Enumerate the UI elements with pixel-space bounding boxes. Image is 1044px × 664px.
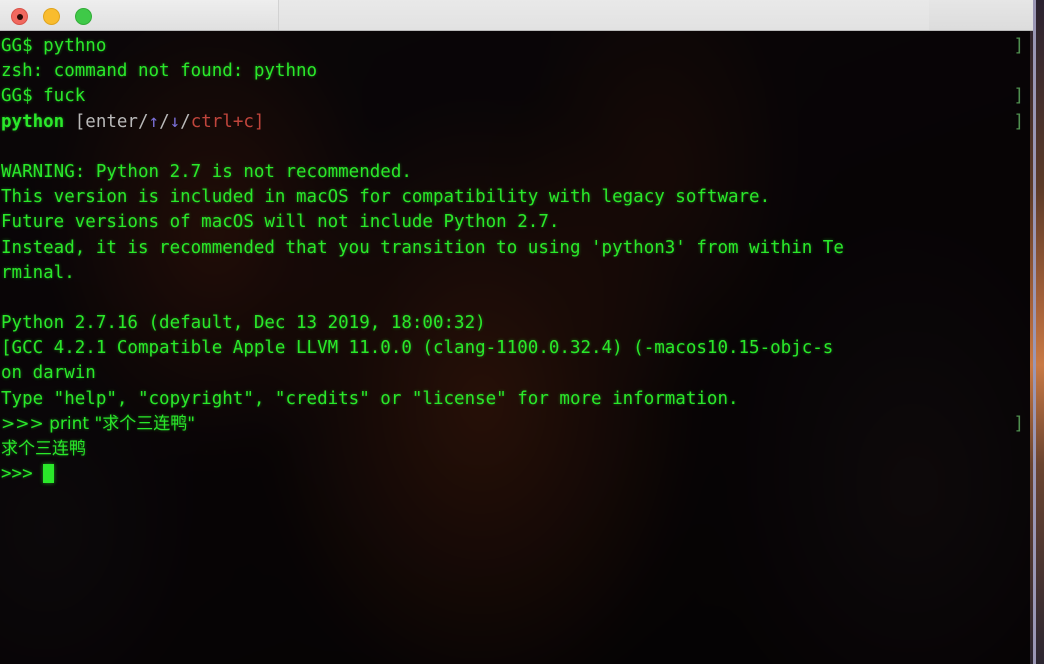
terminal-line: zsh: command not found: pythno	[0, 59, 1030, 84]
terminal-prompt: >>>	[1, 464, 44, 485]
terminal-line-text: python [enter/↑/↓/ctrl+c]	[1, 112, 264, 132]
terminal-line: Future versions of macOS will not includ…	[0, 210, 1030, 235]
terminal-line-text: GG$ pythno	[1, 36, 107, 56]
line-wrap-marker: ]	[1013, 111, 1024, 132]
screenshot-root: GG$ pythno] zsh: command not found: pythn…	[0, 0, 1044, 664]
terminal-line-text: >>>	[1, 464, 55, 485]
terminal-line-text: Instead, it is recommended that you tran…	[1, 237, 844, 258]
terminal-line: GG$ fuck]	[0, 84, 1030, 109]
terminal-line-text: Type "help", "copyright", "credits" or "…	[1, 388, 739, 409]
line-wrap-marker: ]	[1013, 86, 1024, 107]
terminal-line: Type "help", "copyright", "credits" or "…	[0, 387, 1030, 412]
terminal-line: This version is included in macOS for co…	[0, 185, 1030, 210]
terminal-line: python [enter/↑/↓/ctrl+c]]	[0, 110, 1030, 135]
close-button[interactable]	[11, 8, 28, 25]
line-wrap-marker: ]	[1013, 36, 1024, 56]
terminal-text-segment: ↓	[169, 111, 181, 132]
terminal-text-segment: /	[180, 111, 191, 132]
terminal-line-text: Python 2.7.16 (default, Dec 13 2019, 18:…	[1, 313, 486, 334]
terminal-line: [GCC 4.2.1 Compatible Apple LLVM 11.0.0 …	[0, 336, 1030, 361]
terminal-line: 求个三连鸭	[0, 437, 1030, 462]
terminal-line: >>>	[0, 462, 1030, 487]
terminal-line-text: This version is included in macOS for co…	[1, 187, 771, 208]
terminal-line-text: Future versions of macOS will not includ…	[1, 212, 560, 233]
terminal-window: GG$ pythno] zsh: command not found: pythn…	[0, 0, 1036, 664]
window-controls	[11, 8, 92, 25]
terminal-line-text: [GCC 4.2.1 Compatible Apple LLVM 11.0.0 …	[1, 338, 834, 359]
terminal-line-text: >>> print "求个三连鸭"	[1, 413, 196, 434]
terminal-output[interactable]: GG$ pythno] zsh: command not found: pythn…	[0, 31, 1030, 664]
terminal-text-segment: ctrl+c]	[190, 111, 265, 132]
maximize-button[interactable]	[75, 8, 92, 25]
terminal-line: Instead, it is recommended that you tran…	[0, 236, 1030, 261]
line-wrap-marker: ]	[1013, 413, 1024, 434]
terminal-line-text: rminal.	[1, 262, 75, 283]
terminal-line-text: zsh: command not found: pythno	[1, 61, 318, 82]
terminal-line-text: 求个三连鸭	[1, 439, 86, 459]
terminal-line: GG$ pythno]	[0, 34, 1030, 59]
titlebar-segment-middle	[278, 0, 930, 30]
terminal-line: WARNING: Python 2.7 is not recommended.	[0, 160, 1030, 185]
terminal-cursor	[43, 464, 55, 484]
window-titlebar[interactable]	[0, 0, 1033, 31]
terminal-line-text: WARNING: Python 2.7 is not recommended.	[1, 161, 412, 182]
titlebar-segment-right	[929, 0, 1033, 30]
terminal-line: on darwin	[0, 361, 1030, 386]
terminal-text-segment: [enter/	[64, 111, 149, 132]
terminal-text-segment: ↑	[148, 111, 160, 132]
terminal-line: >>> print "求个三连鸭"]	[0, 412, 1030, 437]
minimize-button[interactable]	[43, 8, 60, 25]
terminal-line: Python 2.7.16 (default, Dec 13 2019, 18:…	[0, 311, 1030, 336]
terminal-line-text: GG$ fuck	[1, 86, 86, 107]
terminal-line: rminal.	[0, 261, 1030, 286]
terminal-text-segment: python	[1, 111, 65, 132]
terminal-body[interactable]: GG$ pythno] zsh: command not found: pythn…	[0, 31, 1030, 664]
terminal-line-text: on darwin	[1, 363, 96, 384]
terminal-text-segment: /	[159, 111, 170, 132]
